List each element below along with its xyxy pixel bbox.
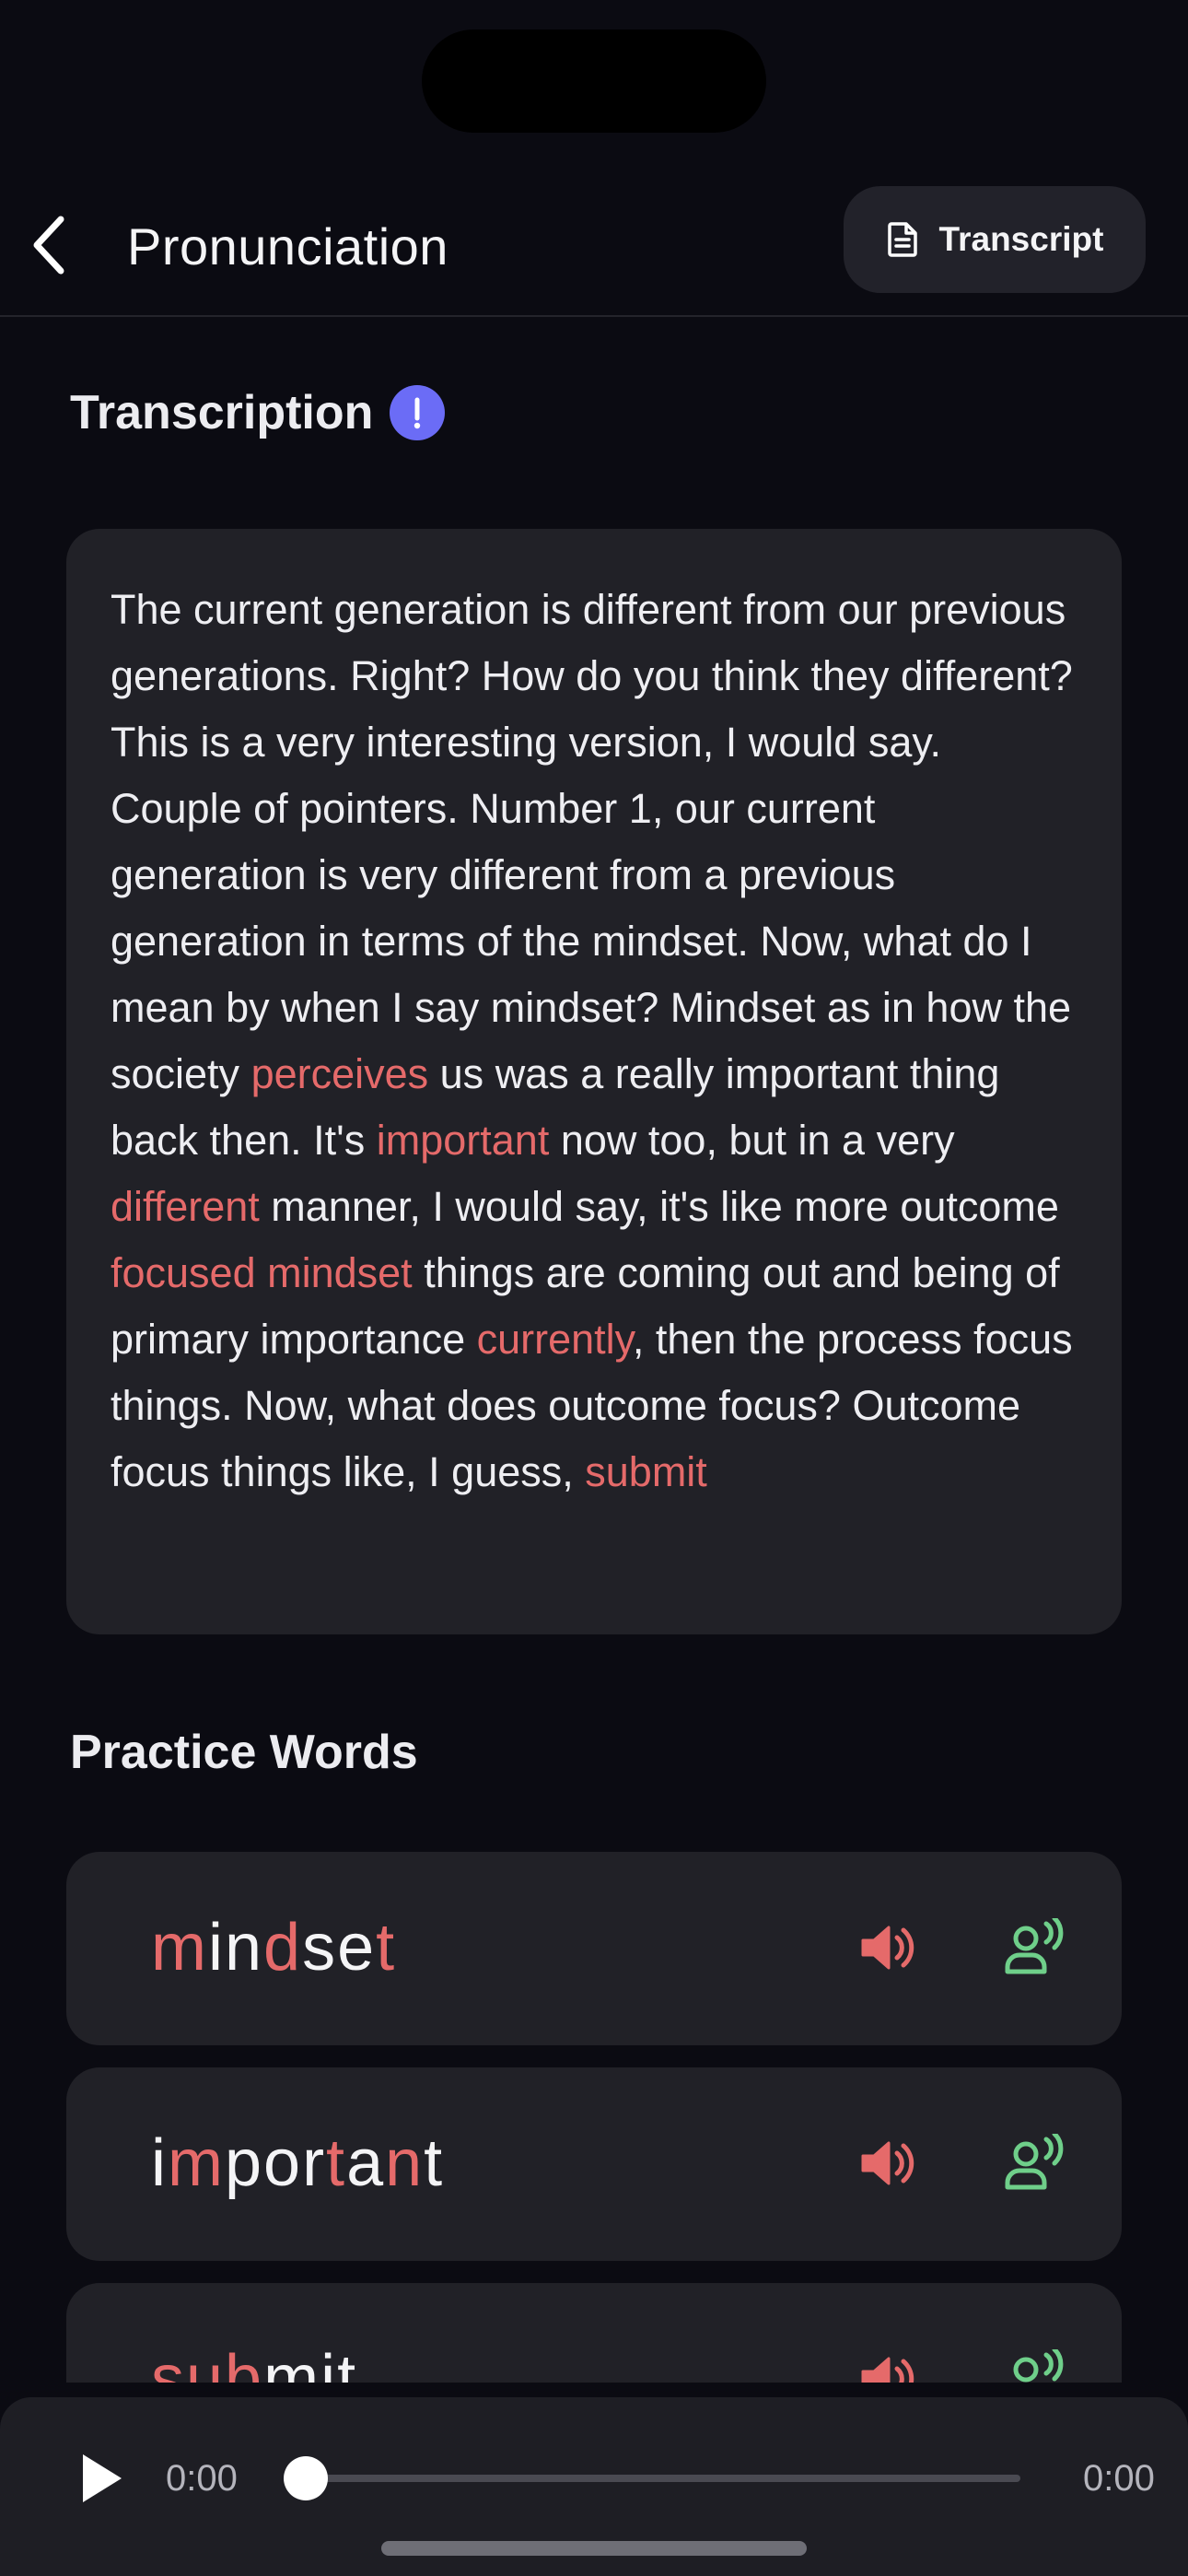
highlighted-letters: t xyxy=(376,1911,397,1985)
practice-words-heading-label: Practice Words xyxy=(70,1726,418,1779)
practice-word: mindset xyxy=(151,1896,396,1999)
practice-word-card: submit xyxy=(66,2283,1122,2383)
transcription-heading: Transcription xyxy=(70,385,446,440)
practice-word-list: mindset important submit xyxy=(66,1852,1122,2383)
mispronounced-word[interactable]: submit xyxy=(585,1448,707,1495)
highlighted-letters: m xyxy=(151,1911,208,1985)
back-button[interactable] xyxy=(15,208,81,282)
voice-record-icon[interactable] xyxy=(987,1900,1083,1996)
transcript-segment: now too, but in a very xyxy=(549,1117,955,1164)
mispronounced-word[interactable]: perceives xyxy=(251,1050,429,1097)
highlighted-letters: n xyxy=(385,2126,425,2200)
voice-record-icon[interactable] xyxy=(987,2115,1083,2211)
word-letters: mit xyxy=(263,2342,358,2383)
highlighted-letters: b xyxy=(225,2342,264,2383)
transcript-segment: The current generation is different from… xyxy=(111,586,1073,1097)
exclamation-icon[interactable] xyxy=(390,385,446,440)
mispronounced-word[interactable]: currently xyxy=(477,1316,633,1363)
transcription-card: The current generation is different from… xyxy=(66,529,1122,1634)
highlighted-letters: su xyxy=(151,2342,226,2383)
word-letters: por xyxy=(224,2126,327,2200)
highlighted-letters: t xyxy=(326,2126,347,2200)
seek-slider[interactable] xyxy=(284,2456,1020,2500)
play-icon xyxy=(83,2454,122,2502)
word-letters: a xyxy=(346,2126,386,2200)
highlighted-letters: m xyxy=(168,2126,225,2200)
practice-word-card: mindset xyxy=(66,1852,1122,2045)
mispronounced-word[interactable]: different xyxy=(111,1183,260,1230)
seek-track-line xyxy=(306,2475,1020,2482)
practice-word: submit xyxy=(151,2327,357,2383)
current-time: 0:00 xyxy=(166,2458,238,2499)
practice-word-card: important xyxy=(66,2067,1122,2261)
header: Pronunciation Transcript xyxy=(0,175,1188,317)
mispronounced-word[interactable]: important xyxy=(377,1117,550,1164)
practice-words-heading: Practice Words xyxy=(70,1725,418,1780)
word-letters: i xyxy=(151,2126,168,2200)
page-title: Pronunciation xyxy=(127,217,448,275)
document-icon xyxy=(887,222,917,257)
speaker-icon[interactable] xyxy=(840,2115,936,2211)
dynamic-island xyxy=(422,29,766,133)
transcription-text: The current generation is different from… xyxy=(111,577,1081,1505)
mispronounced-word[interactable]: focused mindset xyxy=(111,1249,413,1296)
word-letters: t xyxy=(424,2126,445,2200)
voice-record-icon[interactable] xyxy=(987,2331,1083,2383)
total-time: 0:00 xyxy=(1083,2458,1155,2499)
transcript-button-label: Transcript xyxy=(938,220,1104,258)
practice-word: important xyxy=(151,2112,444,2215)
seek-knob[interactable] xyxy=(284,2456,328,2500)
home-indicator xyxy=(381,2541,807,2556)
transcript-button[interactable]: Transcript xyxy=(844,186,1146,293)
highlighted-letters: d xyxy=(263,1911,303,1985)
chevron-left-icon xyxy=(33,216,64,275)
word-letters: se xyxy=(302,1911,377,1985)
speaker-icon[interactable] xyxy=(840,2331,936,2383)
transcription-heading-label: Transcription xyxy=(70,386,374,439)
play-button[interactable] xyxy=(66,2443,136,2513)
speaker-icon[interactable] xyxy=(840,1900,936,1996)
word-letters: in xyxy=(207,1911,264,1985)
transcript-segment: manner, I would say, it's like more outc… xyxy=(259,1183,1059,1230)
